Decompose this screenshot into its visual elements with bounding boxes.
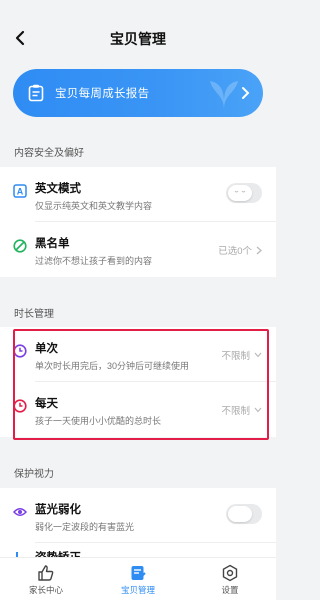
blacklist-row[interactable]: 黑名单 过滤你不想让孩子看到的内容 已选0个 bbox=[0, 222, 276, 277]
clock-icon bbox=[13, 344, 27, 358]
eye-icon bbox=[13, 505, 27, 519]
english-mode-toggle[interactable] bbox=[226, 183, 262, 203]
daily-duration-row[interactable]: 每天 孩子一天使用小小优酷的总时长 不限制 bbox=[0, 382, 276, 437]
section-title-duration: 时长管理 bbox=[14, 309, 54, 320]
clock-icon bbox=[13, 399, 27, 413]
single-duration-row[interactable]: 单次 单次时长用完后，30分钟后可继续使用 不限制 bbox=[0, 327, 276, 382]
section-title-content-safety: 内容安全及偏好 bbox=[14, 148, 84, 159]
chevron-down-icon bbox=[254, 352, 262, 358]
nav-baby-manage[interactable]: 宝贝管理 bbox=[98, 558, 178, 596]
banner-label: 宝贝每周成长报告 bbox=[55, 88, 150, 100]
block-icon bbox=[13, 239, 27, 253]
posture-row[interactable]: 姿势矫正 bbox=[0, 543, 276, 557]
daily-duration-desc: 孩子一天使用小小优酷的总时长 bbox=[35, 416, 162, 426]
blacklist-count: 已选0个 bbox=[218, 246, 252, 257]
english-letter-icon: A bbox=[13, 184, 27, 198]
chevron-left-icon bbox=[15, 30, 25, 46]
page-title: 宝贝管理 bbox=[110, 31, 166, 47]
daily-duration-limit: 不限制 bbox=[221, 406, 250, 417]
settings-hexagon-icon bbox=[222, 564, 238, 582]
blue-light-toggle[interactable] bbox=[226, 504, 262, 524]
english-mode-desc: 仅显示纯英文和英文教学内容 bbox=[35, 201, 153, 211]
bottom-nav: 家长中心 宝贝管理 设置 bbox=[0, 557, 276, 600]
daily-duration-title: 每天 bbox=[35, 398, 58, 410]
blacklist-value[interactable]: 已选0个 bbox=[218, 243, 262, 257]
chevron-down-icon bbox=[254, 407, 262, 413]
content-safety-card: A 英文模式 仅显示纯英文和英文教学内容 黑名单 过滤你不想让孩子看到的内容 已… bbox=[0, 167, 276, 277]
svg-text:A: A bbox=[17, 187, 24, 197]
eye-protection-card: 蓝光弱化 弱化一定波段的有害蓝光 姿势矫正 bbox=[0, 488, 276, 557]
weekly-report-banner[interactable]: 宝贝每周成长报告 bbox=[13, 69, 263, 117]
duration-card: 单次 单次时长用完后，30分钟后可继续使用 不限制 每天 孩子一天使用小小优酷的… bbox=[0, 327, 276, 437]
single-duration-title: 单次 bbox=[35, 343, 58, 355]
chevron-right-icon bbox=[256, 246, 262, 254]
blacklist-title: 黑名单 bbox=[35, 238, 70, 250]
blue-light-title: 蓝光弱化 bbox=[35, 504, 81, 516]
toggle-knob bbox=[228, 185, 252, 201]
blacklist-desc: 过滤你不想让孩子看到的内容 bbox=[35, 256, 153, 266]
daily-duration-value[interactable]: 不限制 bbox=[221, 403, 262, 417]
section-title-eye-protection: 保护视力 bbox=[14, 469, 54, 480]
posture-title: 姿势矫正 bbox=[35, 549, 81, 557]
nav-parent-center[interactable]: 家长中心 bbox=[6, 558, 86, 596]
thumbs-up-icon bbox=[38, 565, 54, 581]
sleep-face-icon bbox=[234, 190, 246, 193]
chevron-right-icon bbox=[242, 87, 250, 99]
english-mode-row[interactable]: A 英文模式 仅显示纯英文和英文教学内容 bbox=[0, 167, 276, 222]
single-duration-limit: 不限制 bbox=[221, 351, 250, 362]
nav-settings[interactable]: 设置 bbox=[190, 558, 270, 596]
toggle-knob bbox=[228, 506, 252, 522]
nav-label: 宝贝管理 bbox=[120, 585, 155, 595]
single-duration-value[interactable]: 不限制 bbox=[221, 348, 262, 362]
single-duration-desc: 单次时长用完后，30分钟后可继续使用 bbox=[35, 361, 190, 371]
header: 宝贝管理 bbox=[0, 0, 276, 72]
report-icon bbox=[27, 84, 45, 102]
nav-label: 家长中心 bbox=[28, 585, 63, 595]
leaf-decoration-icon bbox=[210, 81, 238, 109]
blue-light-row[interactable]: 蓝光弱化 弱化一定波段的有害蓝光 bbox=[0, 488, 276, 543]
nav-label: 设置 bbox=[221, 585, 239, 595]
english-mode-title: 英文模式 bbox=[35, 183, 81, 195]
back-button[interactable] bbox=[10, 28, 30, 48]
clipboard-edit-icon bbox=[131, 566, 146, 580]
blue-light-desc: 弱化一定波段的有害蓝光 bbox=[35, 522, 135, 532]
